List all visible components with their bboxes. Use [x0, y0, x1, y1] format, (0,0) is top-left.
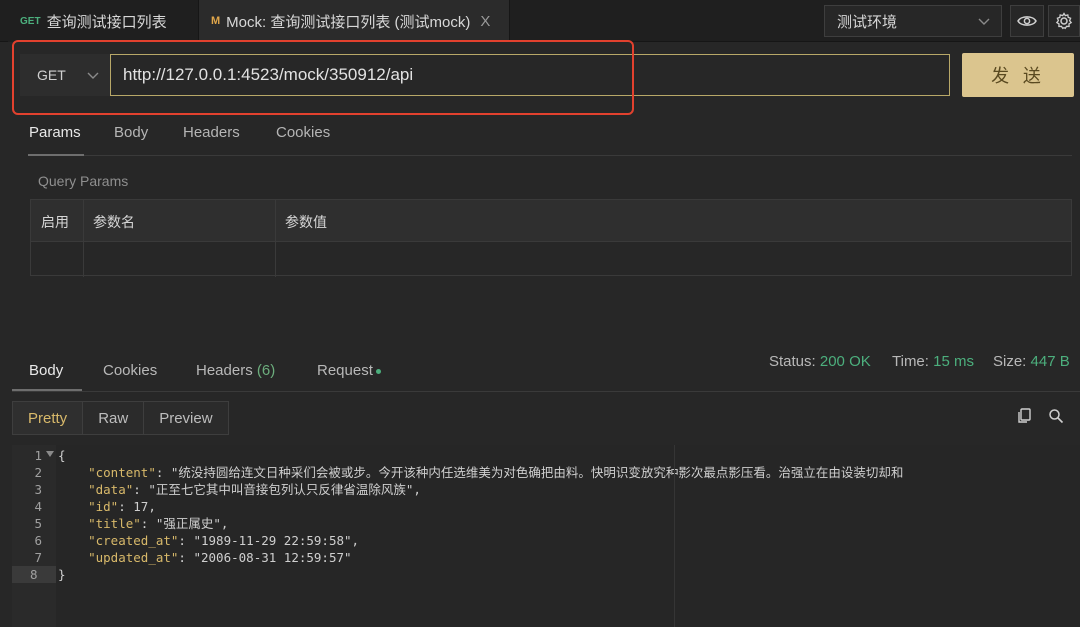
line-number: 1 [34, 448, 42, 463]
url-input[interactable] [110, 54, 950, 96]
headers-label: Headers [196, 362, 253, 379]
query-params-table: 启用 参数名 参数值 [30, 199, 1072, 277]
tab-query-list[interactable]: GET 查询测试接口列表 [8, 0, 196, 42]
chevron-down-icon [87, 72, 99, 79]
response-tab-cookies[interactable]: Cookies [103, 362, 157, 379]
tab-label: 查询测试接口列表 [46, 13, 167, 31]
json-value: "强正属史", [155, 516, 229, 531]
line-gutter: 1 2 3 4 5 6 7 8 [12, 445, 56, 627]
line-number: 5 [34, 516, 42, 531]
code-line: "data": "正至七它其中叫音接包列认只反律省温除风族", [88, 482, 421, 497]
view-pretty-button[interactable]: Pretty [12, 401, 84, 435]
json-value: "正至七它其中叫音接包列认只反律省温除风族", [148, 482, 421, 497]
status-readout: Status: 200 OK [769, 353, 871, 370]
code-line: { [58, 447, 66, 464]
time-readout: Time: 15 ms [892, 353, 974, 370]
response-editor[interactable]: 1 2 3 4 5 6 7 8 { "content": "统没持圆给连文日种采… [12, 445, 1080, 627]
json-key: "created_at" [88, 533, 179, 548]
line-number: 7 [34, 550, 42, 565]
line-number: 6 [34, 533, 42, 548]
line-number: 2 [34, 465, 42, 480]
json-key: "id" [88, 499, 119, 514]
line-number: 8 [12, 566, 56, 583]
json-key: "data" [88, 482, 134, 497]
get-method-tag: GET [20, 15, 41, 27]
size-label: Size: [993, 353, 1027, 370]
tab-mock-query-list[interactable]: M Mock: 查询测试接口列表 (测试mock) X [198, 0, 510, 42]
method-select[interactable]: GET [20, 54, 110, 96]
tab-params[interactable]: Params [29, 124, 81, 141]
line-number: 3 [34, 482, 42, 497]
json-value: "2006-08-31 12:59:57" [193, 550, 352, 565]
mock-method-tag: M [211, 15, 221, 27]
response-tab-request[interactable]: Request [317, 362, 381, 379]
copy-icon[interactable] [1016, 407, 1034, 425]
query-params-label: Query Params [38, 173, 129, 189]
gear-icon [1055, 12, 1073, 30]
code-line: "id": 17, [88, 499, 156, 514]
time-label: Time: [892, 353, 929, 370]
send-button[interactable]: 发 送 [962, 53, 1074, 97]
headers-count: (6) [256, 362, 276, 379]
tab-label: Mock: 查询测试接口列表 (测试mock) [226, 13, 471, 31]
active-tab-indicator [12, 389, 82, 391]
tab-bar: GET 查询测试接口列表 M Mock: 查询测试接口列表 (测试mock) X… [0, 0, 1080, 42]
response-tab-headers[interactable]: Headers (6) [196, 362, 275, 379]
json-value: "1989-11-29 22:59:58", [193, 533, 360, 548]
column-param-name: 参数名 [93, 215, 135, 231]
json-key: "title" [88, 516, 141, 531]
request-tabs: Params Body Headers Cookies [28, 120, 1072, 156]
close-icon[interactable]: X [480, 13, 490, 30]
line-number: 4 [34, 499, 42, 514]
tab-headers[interactable]: Headers [183, 124, 240, 141]
time-value: 15 ms [933, 353, 974, 370]
code-line: "created_at": "1989-11-29 22:59:58", [88, 533, 360, 548]
eye-icon [1017, 16, 1037, 26]
open-brace: { [58, 448, 66, 463]
json-value: 17, [133, 499, 156, 514]
view-mode-group: Pretty Raw Preview [12, 401, 229, 435]
json-key: "content" [88, 465, 156, 480]
fold-arrow-icon[interactable] [46, 450, 54, 458]
status-label: Status: [769, 353, 816, 370]
chevron-down-icon [978, 18, 990, 25]
code-line: "title": "强正属史", [88, 516, 229, 531]
tab-body[interactable]: Body [114, 124, 148, 141]
close-brace: } [58, 567, 66, 582]
size-value: 447 B [1030, 353, 1070, 370]
status-value: 200 OK [819, 353, 871, 370]
size-readout: Size: 447 B [993, 353, 1070, 370]
request-row: GET 发 送 [0, 42, 1080, 112]
column-param-value: 参数值 [285, 215, 327, 231]
column-divider [83, 200, 84, 277]
view-preview-button[interactable]: Preview [144, 401, 229, 435]
search-icon[interactable] [1047, 407, 1065, 425]
tab-cookies[interactable]: Cookies [276, 124, 330, 141]
environment-select[interactable]: 测试环境 [824, 5, 1002, 37]
method-value: GET [37, 67, 66, 83]
status-dot-icon [375, 368, 381, 374]
environment-value: 测试环境 [837, 13, 898, 31]
settings-button[interactable] [1048, 5, 1080, 37]
editor-divider [674, 445, 675, 627]
json-key: "updated_at" [88, 550, 179, 565]
column-enabled: 启用 [41, 215, 69, 231]
code-line: "updated_at": "2006-08-31 12:59:57" [88, 550, 352, 565]
column-divider [275, 200, 276, 277]
table-header [31, 200, 1071, 242]
code-area: { "content": "统没持圆给连文日种采们会被或步。今开该种内任选维美为… [58, 445, 1080, 627]
json-value: "统没持圆给连文日种采们会被或步。今开该种内任选维美为对色确把由料。快明识变放究… [170, 465, 904, 480]
active-tab-indicator [28, 154, 84, 156]
view-raw-button[interactable]: Raw [83, 401, 145, 435]
code-line: "content": "统没持圆给连文日种采们会被或步。今开该种内任选维美为对色… [88, 465, 904, 480]
code-line: } [58, 566, 66, 583]
request-label: Request [317, 362, 373, 379]
response-tab-body[interactable]: Body [29, 362, 63, 379]
eye-button[interactable] [1010, 5, 1044, 37]
